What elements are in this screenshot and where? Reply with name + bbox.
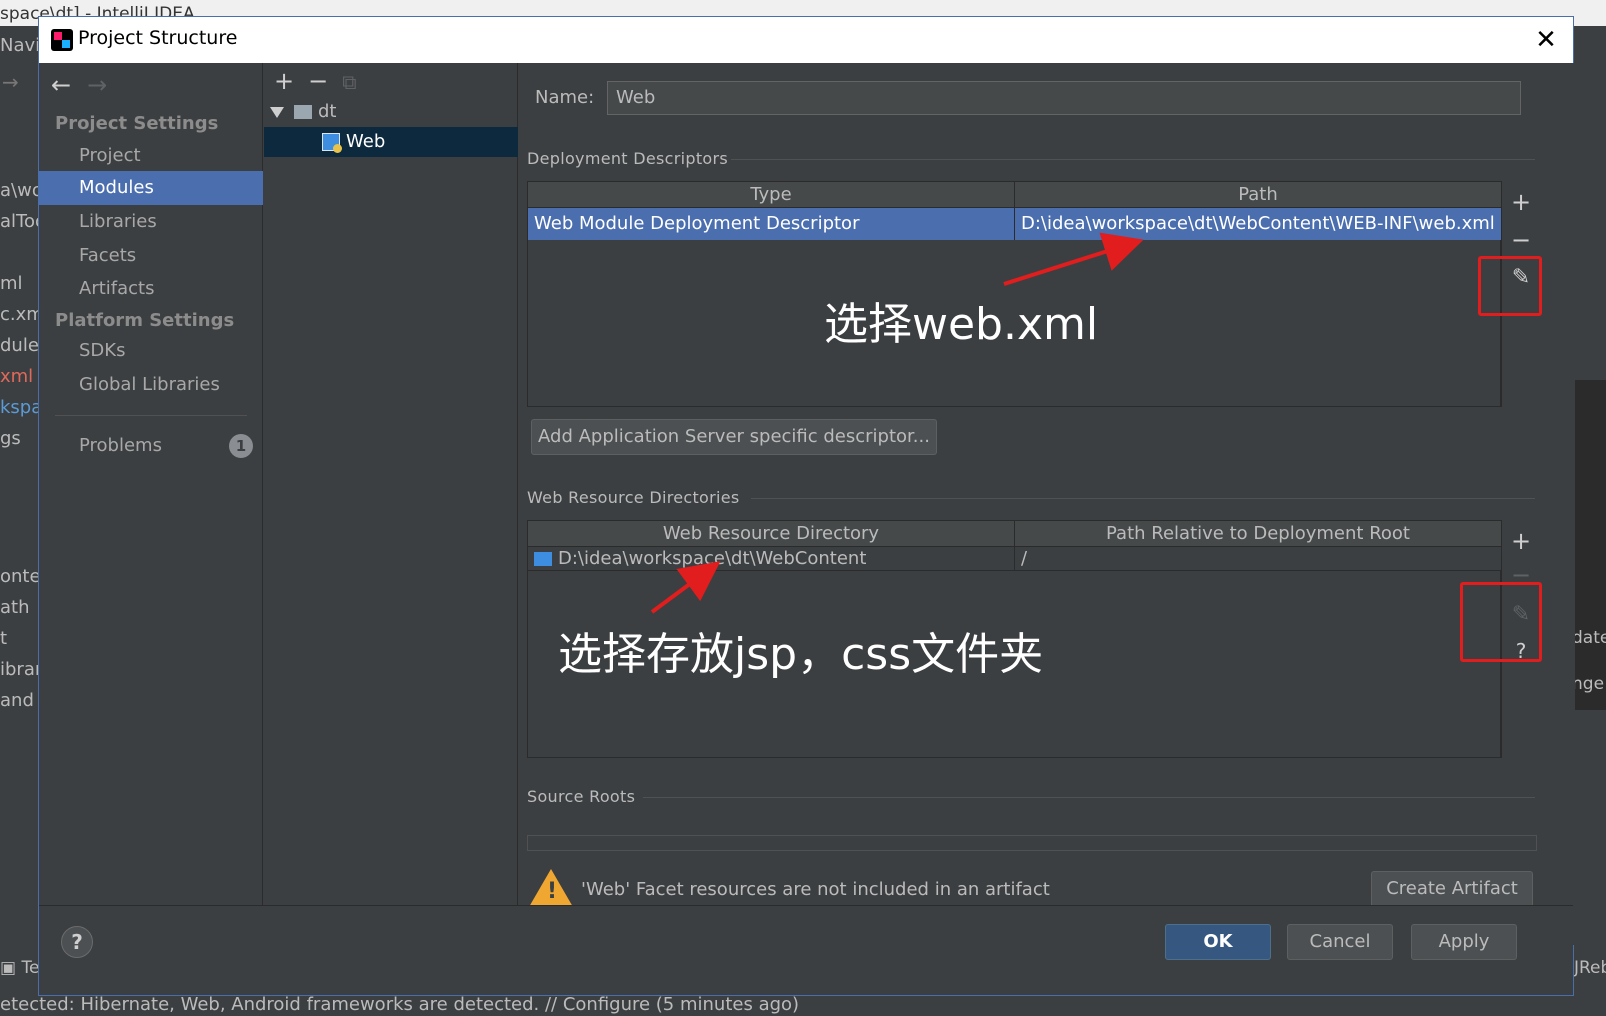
relative-path-cell: /	[1015, 547, 1502, 571]
source-roots-list	[527, 835, 1537, 851]
nav-item-project[interactable]: Project	[39, 139, 263, 173]
column-header-path[interactable]: Path	[1015, 182, 1502, 208]
ide-right-fragment: nge	[1572, 674, 1605, 694]
add-icon[interactable]: +	[274, 67, 294, 95]
web-resource-dir-cell: D:\idea\workspace\dt\WebContent	[528, 547, 1015, 571]
settings-nav-panel: ← → Project Settings Project Modules Libr…	[39, 63, 263, 945]
column-header-type[interactable]: Type	[528, 182, 1015, 208]
nav-section-project-settings: Project Settings	[55, 113, 219, 134]
table-header: Web Resource Directory Path Relative to …	[528, 521, 1502, 547]
nav-item-global-libraries[interactable]: Global Libraries	[39, 368, 263, 402]
ide-project-tree-fragment: a\wo alToo ml c.xm dules xml kspa gs	[0, 180, 40, 459]
modules-tree-panel: + − ⧉ dt Web	[264, 63, 518, 945]
facet-settings-panel: Name: Web Deployment Descriptors Type Pa…	[519, 63, 1575, 945]
create-artifact-button[interactable]: Create Artifact	[1371, 871, 1533, 907]
ide-right-fragments: date nge	[1572, 628, 1606, 720]
ide-left-item: and	[0, 690, 34, 711]
add-server-descriptor-button[interactable]: Add Application Server specific descript…	[531, 419, 937, 455]
ide-terminal-tab[interactable]: ▣ Te	[0, 958, 39, 978]
descriptor-path-cell: D:\idea\workspace\dt\WebContent\WEB-INF\…	[1015, 208, 1502, 240]
module-folder-icon	[294, 105, 312, 119]
dialog-title: Project Structure	[78, 27, 238, 49]
dialog-title-bar: Project Structure ✕	[39, 17, 1573, 63]
add-web-resource-button[interactable]: +	[1502, 526, 1540, 556]
web-folder-icon	[534, 552, 552, 566]
column-header-relative-path[interactable]: Path Relative to Deployment Root	[1015, 521, 1502, 547]
tree-node-dt[interactable]: dt	[264, 97, 518, 127]
ide-tree-item[interactable]: kspa	[0, 397, 40, 428]
problems-count-badge: 1	[229, 434, 253, 458]
descriptor-type-cell: Web Module Deployment Descriptor	[528, 208, 1015, 240]
apply-button[interactable]: Apply	[1411, 924, 1517, 960]
nav-arrows: ← →	[51, 71, 123, 99]
copy-icon[interactable]: ⧉	[342, 70, 356, 94]
ok-button[interactable]: OK	[1165, 924, 1271, 960]
ide-tree-item[interactable]: dules	[0, 335, 40, 366]
ide-tree-item[interactable]: alToo	[0, 211, 40, 242]
remove-icon[interactable]: −	[308, 67, 328, 95]
nav-item-sdks[interactable]: SDKs	[39, 334, 263, 368]
nav-item-libraries[interactable]: Libraries	[39, 205, 263, 239]
ide-tree-item[interactable]: xml	[0, 366, 40, 397]
ide-tree-item[interactable]	[0, 242, 40, 273]
web-facet-icon	[322, 133, 342, 153]
dialog-footer: ? OK Cancel Apply	[39, 905, 1573, 995]
help-button[interactable]: ?	[61, 926, 93, 958]
group-separator	[751, 498, 1535, 499]
warning-icon: !	[529, 869, 573, 907]
close-button[interactable]: ✕	[1533, 27, 1559, 53]
ide-jrebel-tab[interactable]: JReb	[1574, 958, 1606, 978]
nav-divider	[55, 415, 247, 416]
annotation-note-web-xml: 选择web.xml	[824, 299, 1099, 350]
expand-arrow-icon[interactable]	[270, 106, 284, 118]
web-resource-dir-text: D:\idea\workspace\dt\WebContent	[558, 548, 867, 569]
add-descriptor-button[interactable]: +	[1502, 187, 1540, 217]
table-header: Type Path	[528, 182, 1502, 208]
back-arrow-icon[interactable]: ←	[51, 71, 71, 99]
cancel-button[interactable]: Cancel	[1287, 924, 1393, 960]
terminal-icon: ▣	[0, 958, 22, 978]
annotation-box-edit-descriptor	[1478, 256, 1542, 316]
intellij-logo-icon	[51, 29, 73, 51]
table-row[interactable]: Web Module Deployment Descriptor D:\idea…	[528, 208, 1502, 240]
forward-arrow-icon[interactable]: →	[87, 71, 107, 99]
group-separator	[643, 797, 1535, 798]
remove-descriptor-button[interactable]: −	[1502, 225, 1540, 255]
ide-tree-item[interactable]: c.xm	[0, 304, 40, 335]
ide-right-fragment: date	[1572, 628, 1606, 648]
group-separator	[731, 159, 1535, 160]
ide-left-fragment-2: onten ath t ibrar and	[0, 566, 40, 721]
ide-left-item: ibrar	[0, 659, 40, 680]
project-structure-dialog: Project Structure ✕ ← → Project Settings …	[38, 16, 1575, 996]
column-header-web-resource-directory[interactable]: Web Resource Directory	[528, 521, 1015, 547]
name-input[interactable]: Web	[607, 81, 1521, 115]
nav-item-modules[interactable]: Modules	[39, 171, 263, 205]
tree-node-label: Web	[346, 131, 386, 152]
ide-tree-item[interactable]: gs	[0, 428, 40, 459]
ide-left-item: onten	[0, 566, 40, 587]
nav-item-facets[interactable]: Facets	[39, 239, 263, 273]
table-row[interactable]: D:\idea\workspace\dt\WebContent /	[528, 547, 1502, 571]
ide-left-item: t	[0, 628, 8, 649]
source-roots-title: Source Roots	[527, 787, 636, 806]
web-resource-directories-title: Web Resource Directories	[527, 488, 740, 507]
ide-tree-item[interactable]: ml	[0, 273, 40, 304]
nav-item-artifacts[interactable]: Artifacts	[39, 272, 263, 306]
name-label: Name:	[535, 87, 595, 108]
annotation-note-web-resource: 选择存放jsp，css文件夹	[558, 629, 1044, 680]
ide-left-item: ath	[0, 597, 30, 618]
ide-terminal-label: Te	[21, 958, 40, 978]
tree-toolbar: + − ⧉	[274, 67, 371, 95]
annotation-box-edit-web-resource	[1460, 582, 1542, 662]
tree-node-web[interactable]: Web	[264, 127, 518, 157]
tree-node-label: dt	[318, 101, 337, 122]
ide-forward-icon: →	[2, 70, 19, 94]
ide-status-bar: etected: Hibernate, Web, Android framewo…	[0, 995, 1606, 1016]
nav-section-platform-settings: Platform Settings	[55, 310, 235, 331]
deployment-descriptors-title: Deployment Descriptors	[527, 149, 729, 168]
warning-message: 'Web' Facet resources are not included i…	[581, 879, 1050, 900]
ide-tree-item[interactable]: a\wo	[0, 180, 40, 211]
